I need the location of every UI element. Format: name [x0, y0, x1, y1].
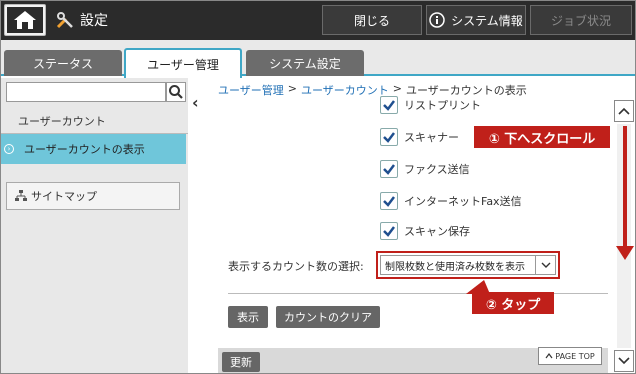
- home-icon: [7, 7, 43, 33]
- tab-bar: ステータス ユーザー管理 システム設定: [0, 40, 636, 78]
- breadcrumb-user-management[interactable]: ユーザー管理: [218, 82, 284, 98]
- search-icon: [169, 85, 183, 99]
- collapse-sidebar-icon[interactable]: ‹: [192, 95, 206, 111]
- checkmark-icon: [383, 132, 395, 143]
- system-info-button[interactable]: システム情報: [426, 5, 526, 35]
- count-select-value: 制限枚数と使用済み枚数を表示: [385, 261, 525, 273]
- sidebar-group-user-count: ユーザーカウント: [0, 108, 188, 134]
- sitemap-icon: [15, 190, 27, 201]
- checkbox[interactable]: [380, 192, 398, 210]
- job-status-label: ジョブ状況: [550, 13, 611, 28]
- chevron-right-icon: ›: [4, 144, 14, 154]
- checkbox-label: ファクス送信: [404, 163, 470, 176]
- checkmark-icon: [383, 100, 395, 111]
- sitemap-button[interactable]: サイトマップ: [6, 182, 180, 210]
- callout-scroll-text: ① 下へスクロール: [488, 131, 596, 147]
- checkbox-row-internet-fax-send[interactable]: インターネットFax送信: [380, 192, 522, 210]
- checkbox-row-list-print[interactable]: リストプリント: [380, 96, 481, 114]
- chevron-down-icon: [535, 256, 555, 274]
- checkbox-label: リストプリント: [404, 99, 481, 112]
- checkbox-row-fax-send[interactable]: ファクス送信: [380, 160, 470, 178]
- checkbox[interactable]: [380, 128, 398, 146]
- checkmark-icon: [383, 226, 395, 237]
- tab-status[interactable]: ステータス: [4, 50, 122, 76]
- page-top-label: PAGE TOP: [555, 351, 595, 361]
- checkbox-row-scanner[interactable]: スキャナー: [380, 128, 459, 146]
- search-input[interactable]: [6, 82, 166, 102]
- scroll-down-arrow: [623, 126, 627, 250]
- callout-tap-text: ② タップ: [485, 297, 541, 313]
- clear-count-button[interactable]: カウントのクリア: [276, 306, 380, 328]
- sidebar-item-user-count-display[interactable]: › ユーザーカウントの表示: [0, 134, 186, 164]
- callout-tap: ② タップ: [472, 292, 554, 314]
- tab-user-management[interactable]: ユーザー管理: [124, 48, 242, 78]
- tab-user-management-label: ユーザー管理: [147, 57, 219, 72]
- search-button[interactable]: [166, 82, 186, 102]
- checkmark-icon: [383, 164, 395, 175]
- checkmark-icon: [383, 196, 395, 207]
- show-button-label: 表示: [237, 311, 259, 324]
- page-top-button[interactable]: PAGE TOP: [538, 347, 602, 365]
- settings-title-text: 設定: [80, 13, 108, 29]
- tab-status-label: ステータス: [32, 56, 93, 71]
- sitemap-label: サイトマップ: [31, 190, 97, 203]
- wrench-screwdriver-icon: [56, 12, 73, 29]
- checkbox[interactable]: [380, 96, 398, 114]
- count-select-highlight: 制限枚数と使用済み枚数を表示: [376, 251, 560, 279]
- scroll-down-button[interactable]: [614, 350, 634, 372]
- scroll-down-arrow-head: [616, 246, 634, 260]
- checkbox[interactable]: [380, 222, 398, 240]
- checkbox-label: インターネットFax送信: [404, 195, 522, 208]
- tab-system-settings-label: システム設定: [269, 56, 341, 71]
- checkbox-label: スキャナー: [404, 131, 459, 144]
- breadcrumb-separator: >: [287, 82, 297, 95]
- system-info-label: システム情報: [451, 13, 523, 28]
- info-icon: [429, 12, 445, 28]
- sidebar-item-label: ユーザーカウントの表示: [24, 143, 145, 156]
- callout-scroll-down: ① 下へスクロール: [474, 126, 610, 148]
- caret-up-icon: [545, 353, 553, 359]
- update-button[interactable]: 更新: [222, 352, 260, 372]
- count-select-label: 表示するカウント数の選択:: [228, 260, 364, 273]
- sidebar-group-label: ユーザーカウント: [18, 114, 106, 128]
- top-bar: 設定 閉じる システム情報 ジョブ状況: [0, 0, 636, 40]
- clear-count-button-label: カウントのクリア: [284, 311, 372, 324]
- chevron-up-icon: [618, 107, 630, 115]
- close-button-label: 閉じる: [353, 13, 390, 28]
- breadcrumb-user-count[interactable]: ユーザーカウント: [301, 82, 389, 98]
- chevron-down-icon: [618, 357, 630, 365]
- checkbox[interactable]: [380, 160, 398, 178]
- checkbox-label: スキャン保存: [404, 225, 470, 238]
- settings-title: 設定: [56, 8, 108, 32]
- scroll-up-button[interactable]: [614, 100, 634, 122]
- close-button[interactable]: 閉じる: [322, 5, 422, 35]
- home-button[interactable]: [4, 4, 46, 36]
- count-select[interactable]: 制限枚数と使用済み枚数を表示: [380, 255, 556, 275]
- tab-system-settings[interactable]: システム設定: [246, 50, 364, 76]
- checkbox-row-scan-save[interactable]: スキャン保存: [380, 222, 470, 240]
- update-button-label: 更新: [230, 356, 252, 369]
- show-button[interactable]: 表示: [228, 306, 268, 328]
- job-status-button[interactable]: ジョブ状況: [530, 5, 632, 35]
